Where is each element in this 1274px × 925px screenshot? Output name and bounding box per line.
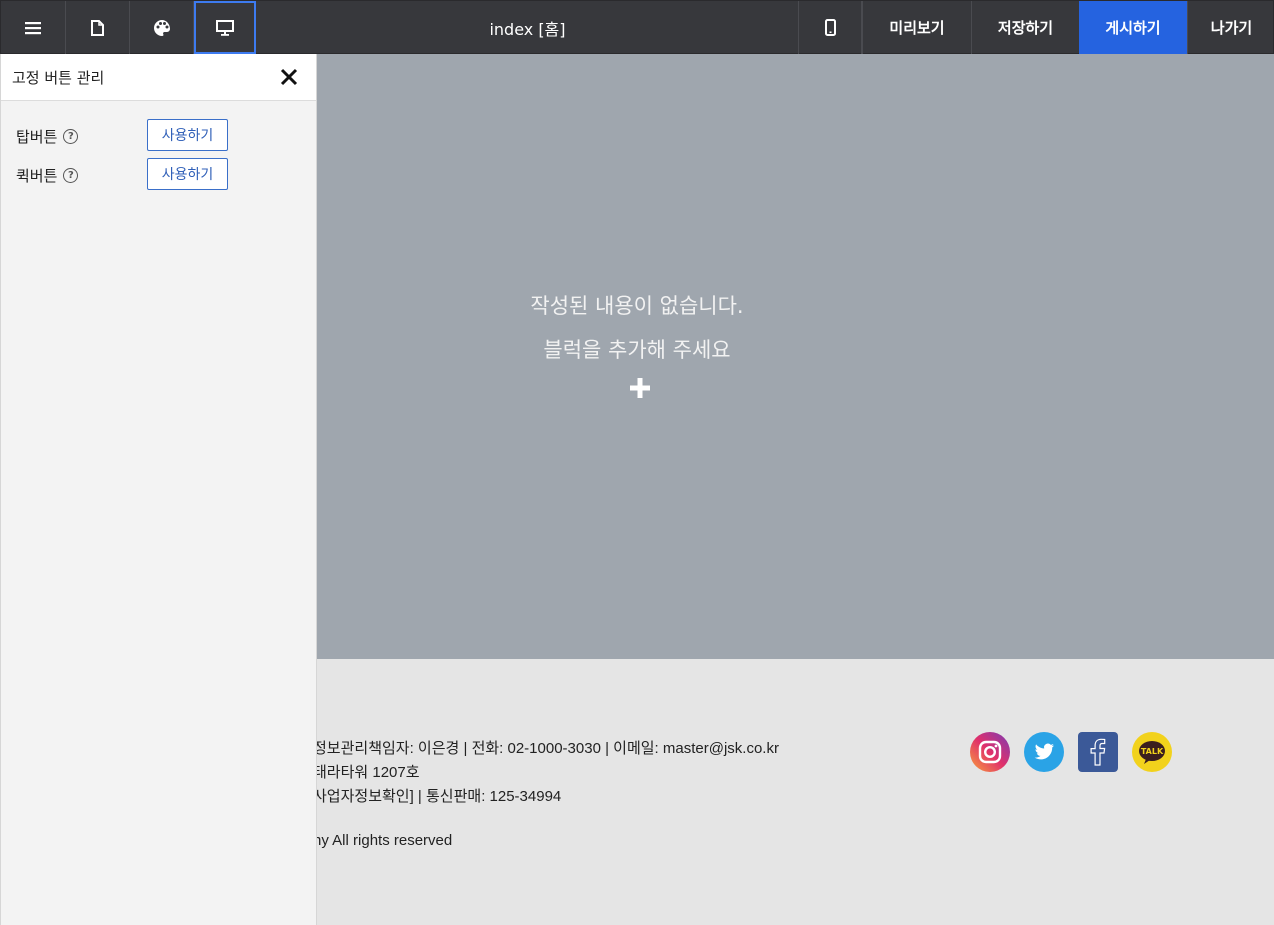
desktop-icon [216,19,234,36]
footer-address-line: 태라타워 1207호 [317,764,420,781]
design-button[interactable] [130,1,194,54]
instagram-icon[interactable] [970,732,1010,772]
footer-copyright: ny All rights reserved [317,832,453,849]
fixed-button-panel: 고정 버튼 관리 탑버튼 ? 사용하기 퀵버튼 ? 사용하기 [0,54,317,925]
exit-button[interactable]: 나가기 [1187,1,1274,54]
option-row-quick-button: 퀵버튼 ? 사용하기 [16,158,306,190]
help-icon[interactable]: ? [63,168,79,183]
footer-contact-line: 정보관리책임자: 이은경 | 전화: 02-1000-3030 | 이메일: m… [317,740,779,757]
option-label: 탑버튼 [16,128,58,146]
facebook-icon[interactable] [1078,732,1118,772]
save-button[interactable]: 저장하기 [971,1,1079,54]
page-icon [91,19,104,36]
svg-text:TALK: TALK [1141,747,1164,756]
pages-button[interactable] [66,1,130,54]
page-title: index [홈] [489,19,566,39]
enable-quick-button[interactable]: 사용하기 [147,158,228,190]
top-toolbar: index [홈] 미리보기 저장하기 게시하기 나가기 [0,0,1274,54]
editor-canvas: 작성된 내용이 없습니다. 블럭을 추가해 주세요 [317,54,1274,659]
panel-header: 고정 버튼 관리 [1,54,316,101]
preview-button[interactable]: 미리보기 [862,1,971,54]
plus-icon[interactable] [629,377,651,399]
close-icon[interactable] [279,67,299,87]
mobile-view-button[interactable] [798,1,862,54]
panel-title: 고정 버튼 관리 [12,69,105,87]
empty-message-line1: 작성된 내용이 없습니다. [530,294,744,318]
site-footer: 정보관리책임자: 이은경 | 전화: 02-1000-3030 | 이메일: m… [317,659,1274,925]
option-row-top-button: 탑버튼 ? 사용하기 [16,119,306,151]
palette-icon [153,19,170,36]
mobile-icon [824,19,836,36]
option-label: 퀵버튼 [16,167,58,185]
kakaotalk-icon[interactable]: TALK [1132,732,1172,772]
publish-button[interactable]: 게시하기 [1079,1,1187,54]
footer-business-line: 사업자정보확인] | 통신판매: 125-34994 [317,788,562,805]
help-icon[interactable]: ? [63,129,79,144]
menu-icon [25,21,41,34]
enable-top-button[interactable]: 사용하기 [147,119,228,151]
empty-message-line2: 블럭을 추가해 주세요 [543,338,731,362]
twitter-icon[interactable] [1024,732,1064,772]
menu-button[interactable] [1,1,66,54]
desktop-view-button[interactable] [194,1,256,54]
